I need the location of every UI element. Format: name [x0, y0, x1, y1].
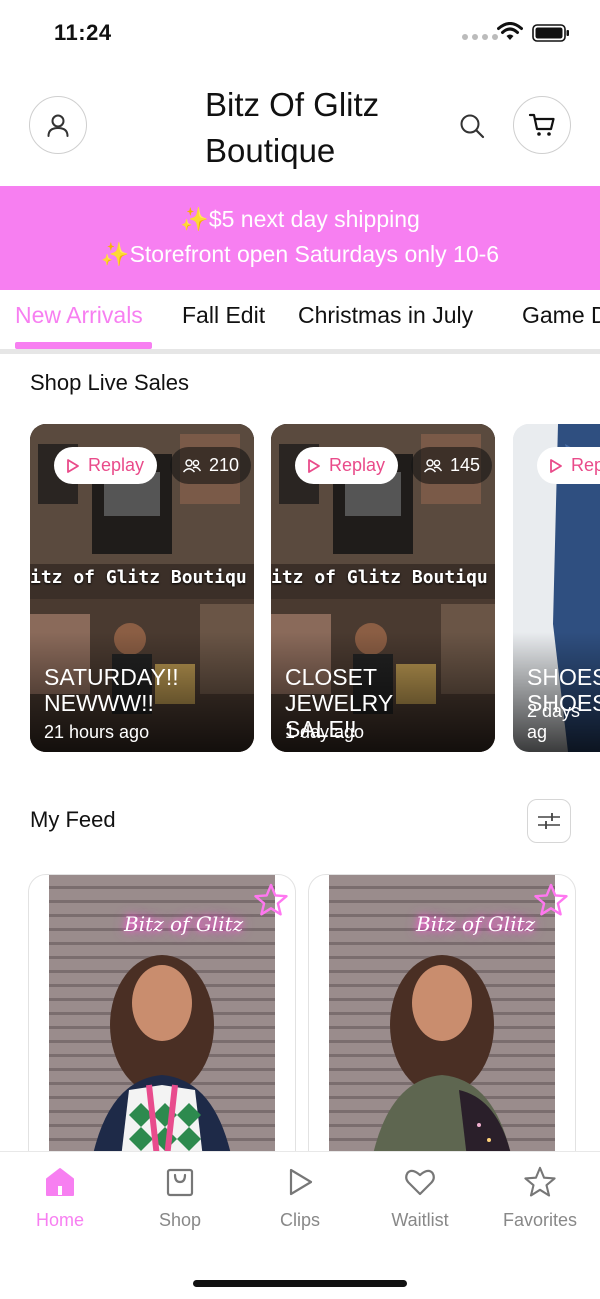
star-icon: [524, 1166, 556, 1197]
sliders-icon: [538, 813, 560, 829]
signal-icon: [462, 34, 498, 40]
feed-item-card[interactable]: Bitz of Glitz: [308, 874, 576, 1174]
favorite-star-icon[interactable]: [254, 883, 288, 917]
viewers-icon: [423, 458, 443, 472]
tab-game-day[interactable]: Game D: [522, 302, 600, 329]
nav-shop[interactable]: Shop: [120, 1166, 240, 1231]
sparkles-icon: ✨: [100, 241, 130, 267]
store-title: Bitz Of Glitz Boutique: [205, 86, 380, 169]
user-icon: [47, 114, 69, 137]
tab-fall-edit[interactable]: Fall Edit: [182, 302, 265, 329]
replay-badge: Rep: [537, 447, 600, 484]
viewer-count-badge: 210: [170, 447, 252, 484]
sparkles-icon: ✨: [180, 206, 209, 232]
search-icon: [460, 114, 485, 139]
live-sale-card[interactable]: itz of Glitz Boutiqu Replay 210 SATURDAY…: [30, 424, 254, 752]
category-tabs: New Arrivals Fall Edit Christmas in July…: [0, 290, 600, 354]
search-button[interactable]: [456, 110, 488, 142]
filter-button[interactable]: [527, 799, 571, 843]
live-sales-title: Shop Live Sales: [30, 370, 189, 395]
cart-button[interactable]: [513, 96, 571, 154]
feed-title: My Feed: [30, 807, 116, 832]
favorite-star-icon[interactable]: [534, 883, 568, 917]
bottom-navigation: Home Shop Clips Waitlist Favorites: [0, 1151, 600, 1299]
viewers-icon: [182, 458, 202, 472]
heart-icon: [405, 1169, 435, 1196]
shopping-bag-icon: [166, 1168, 194, 1197]
wifi-icon: [497, 22, 523, 40]
live-sale-time: 21 hours ago: [44, 722, 150, 742]
live-sale-time: 1 day ago: [285, 722, 365, 742]
header: Bitz Of Glitz Boutique: [0, 64, 600, 186]
profile-button[interactable]: [29, 96, 87, 154]
cart-icon: [528, 113, 555, 136]
replay-badge: Replay: [54, 447, 158, 484]
nav-clips[interactable]: Clips: [240, 1166, 360, 1231]
nav-home[interactable]: Home: [0, 1166, 120, 1231]
play-icon: [289, 1168, 313, 1196]
neon-sign-text: Bitz of Glitz: [124, 912, 244, 936]
play-icon: [550, 458, 562, 473]
battery-icon: [532, 24, 569, 42]
play-icon: [67, 458, 79, 473]
promo-banner: ✨$5 next day shipping ✨Storefront open S…: [0, 186, 600, 290]
banner-line-shipping: ✨$5 next day shipping: [180, 206, 420, 232]
live-sale-title: SATURDAY!! NEWWW!!: [44, 664, 179, 716]
home-icon: [46, 1168, 74, 1196]
live-sale-time: 2 days ag: [527, 701, 581, 742]
play-icon: [308, 458, 320, 473]
live-sale-card[interactable]: Rep SHOES SHOES 2 days ag: [513, 424, 600, 752]
live-overlay-text: itz of Glitz Boutiqu: [30, 567, 247, 588]
nav-favorites[interactable]: Favorites: [480, 1166, 600, 1231]
banner-line-hours: ✨Storefront open Saturdays only 10-6: [100, 241, 500, 267]
status-time: 11:24: [54, 20, 112, 45]
feed-item-card[interactable]: Bitz of Glitz: [28, 874, 296, 1174]
status-bar: 11:24: [0, 0, 600, 64]
tab-new-arrivals[interactable]: New Arrivals: [15, 302, 143, 329]
nav-waitlist[interactable]: Waitlist: [360, 1166, 480, 1231]
neon-sign-text: Bitz of Glitz: [416, 912, 536, 936]
active-tab-indicator: [15, 342, 152, 349]
live-overlay-text: itz of Glitz Boutiqu: [271, 567, 488, 588]
live-sale-card[interactable]: itz of Glitz Boutiqu Replay 145 CLOSET J…: [271, 424, 495, 752]
tab-christmas-in-july[interactable]: Christmas in July: [298, 302, 473, 329]
viewer-count-badge: 145: [411, 447, 493, 484]
replay-badge: Replay: [295, 447, 399, 484]
home-indicator: [193, 1280, 407, 1287]
